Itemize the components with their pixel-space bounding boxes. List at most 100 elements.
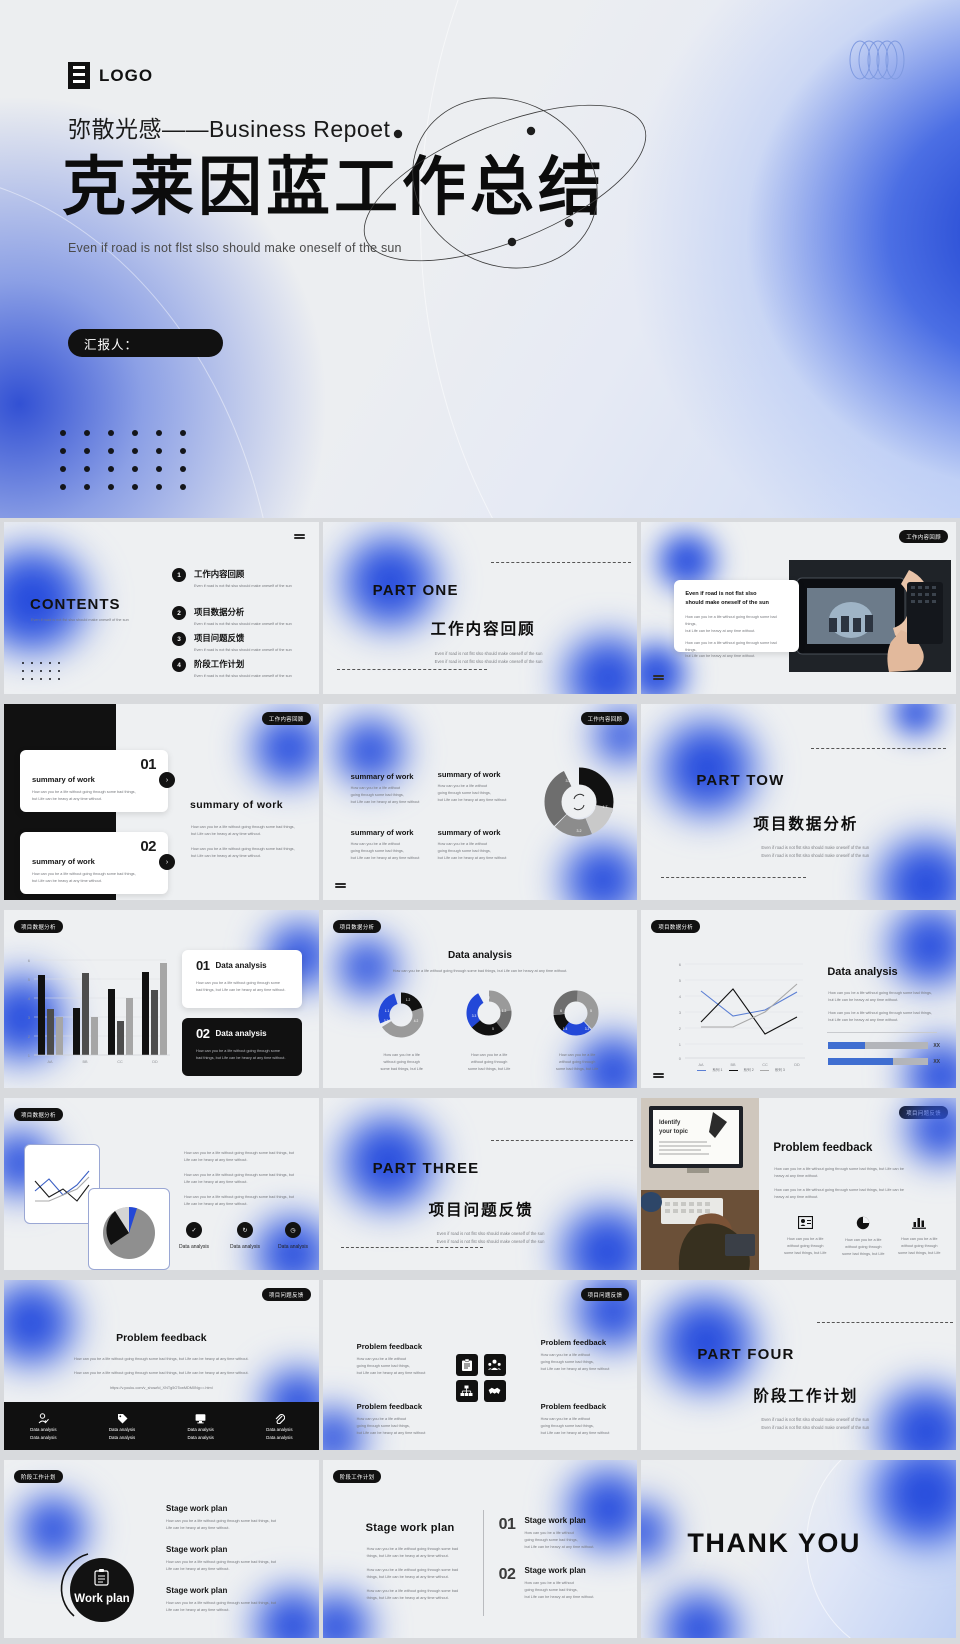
slide-badge: 阶段工作计划 [332, 1470, 382, 1484]
paperclip-icon [274, 1413, 285, 1424]
svg-text:2: 2 [679, 1026, 682, 1031]
dot-matrix-decoration [60, 430, 204, 502]
summary-of-work-slide[interactable]: 工作内容回顾 01 summary of work How can you be… [4, 704, 319, 900]
footer-item[interactable]: Data analysis Data analysis [240, 1402, 319, 1450]
summary-four-grid-slide[interactable]: 工作内容回顾 summary of work How can you be a … [322, 704, 638, 900]
thank-you-slide[interactable]: THANK YOU [641, 1460, 956, 1638]
svg-text:1.2: 1.2 [501, 1009, 506, 1013]
part-four-slide[interactable]: PART FOUR 阶段工作计划 Even if road is not fls… [641, 1280, 956, 1450]
svg-text:1: 1 [679, 1042, 682, 1047]
summary-block-l2: going through some bad things, [350, 792, 404, 797]
data-analysis-mixed-slide[interactable]: 项目数据分析 How can you be a life without goi… [4, 1098, 319, 1270]
contents-slide[interactable]: CONTENTS Even if road is not flst slso s… [4, 522, 319, 694]
contents-item[interactable]: 3 项目问题反馈 Even if road is not flst slso s… [172, 632, 292, 654]
feedback-block-l1: How can you be a life without [540, 1353, 591, 1357]
contents-item[interactable]: 1 工作内容回顾 Even if road is not flst slso s… [172, 568, 292, 590]
stage-work-plan-numbers-slide[interactable]: 阶段工作计划 Stage work plan How can you be a … [322, 1460, 638, 1638]
donut-caption-l1: How can you be a life [383, 1053, 420, 1057]
logo[interactable]: LOGO [68, 62, 153, 89]
tag-icon [117, 1413, 128, 1424]
donut-caption-l3: some bad things, but Life [467, 1066, 511, 1071]
data-card[interactable]: 02 Data analysis How can you be a life w… [182, 1018, 302, 1076]
summary-block-title: summary of work [350, 772, 414, 781]
presenter-label: 汇报人： [84, 337, 139, 352]
mixed-icon-item[interactable]: ↻ Data analysis [230, 1222, 260, 1250]
work-plan-number-item: 02 Stage work plan How can you be a life… [499, 1566, 595, 1600]
mixed-icon-item[interactable]: ◷ Data analysis [278, 1222, 308, 1250]
part-line-1: Even if road is not flst slso should mak… [761, 845, 870, 850]
feedback-url[interactable]: https://v.youku.com/v_show/id_XNTg5OTcwM… [4, 1385, 319, 1392]
work-plan-number-l3: but Life can be heavy at any time withou… [524, 1544, 595, 1549]
donut-slide-subtitle: How can you be a life without going thro… [392, 969, 568, 973]
svg-text:3.3: 3.3 [471, 1014, 476, 1018]
part-one-slide[interactable]: PART ONE 工作内容回顾 Even if road is not flst… [322, 522, 638, 694]
mixed-icon-label: Data analysis [230, 1244, 261, 1250]
problem-feedback-icons-slide[interactable]: 项目问题反馈 Problem feedback How can you be a… [322, 1280, 638, 1450]
summary-card[interactable]: 02 summary of work How can you be a life… [20, 832, 168, 894]
donut-slide-title: Data analysis [448, 950, 512, 961]
problem-feedback-photo-slide[interactable]: 项目问题反馈 Identify your topic [641, 1098, 956, 1270]
contents-number-badge: 4 [172, 658, 186, 672]
next-arrow-icon[interactable]: › [159, 772, 175, 788]
tablet-photo [789, 560, 952, 672]
work-plan-left-p1-l2: things, but Life can be heavy at any tim… [366, 1553, 449, 1558]
feedback-icon-block[interactable]: How can you be a life without going thro… [837, 1216, 889, 1257]
footer-label-1: Data analysis [187, 1426, 214, 1432]
footer-item[interactable]: Data analysis Data analysis [161, 1402, 240, 1450]
feedback-icon-block[interactable]: How can you be a life without going thro… [779, 1216, 831, 1256]
contents-number-badge: 3 [172, 632, 186, 646]
work-plan-number-l1: How can you be a life without [524, 1581, 574, 1585]
data-analysis-bar-slide[interactable]: 项目数据分析 654 321 AA BB CC DD 01 Data analy… [4, 910, 319, 1088]
svg-text:6: 6 [28, 958, 31, 963]
menu-icon[interactable] [653, 675, 665, 682]
data-card[interactable]: 01 Data analysis How can you be a life w… [182, 950, 302, 1008]
svg-text:6: 6 [560, 1009, 562, 1013]
clipboard-icon[interactable] [455, 1354, 478, 1376]
svg-text:5: 5 [28, 977, 31, 982]
feedback-icon-block[interactable]: How can you be a life without going thro… [893, 1216, 945, 1256]
work-plan-number-l2: going through some bad things, [524, 1587, 578, 1592]
donut-caption: How can you be a life without going thro… [535, 1052, 620, 1072]
summary-card[interactable]: 01 summary of work How can you be a life… [20, 750, 168, 812]
summary-card-l2: but Life can be heavy at any time withou… [32, 878, 102, 883]
data-card-l2: bad things, but Life can be heavy at any… [196, 987, 286, 992]
slide-badge: 项目数据分析 [14, 1108, 63, 1122]
footer-item[interactable]: Data analysis Data analysis [83, 1402, 162, 1450]
data-analysis-line-slide[interactable]: 项目数据分析 654 3210 AA BB CC DD 系列 1 系列 2 系列… [641, 910, 956, 1088]
mixed-p2-l1: How can you be a life without going thro… [184, 1173, 294, 1177]
svg-text:CC: CC [117, 1060, 123, 1064]
work-plan-l1: How can you be a life without going thro… [166, 1601, 276, 1605]
work-review-image-slide[interactable]: 工作内容回顾 Even if road is not flst slso sho… [641, 522, 956, 694]
mixed-icon-item[interactable]: ✓ Data analysis [179, 1222, 209, 1250]
data-analysis-donut-slide[interactable]: 项目数据分析 Data analysis How can you be a li… [322, 910, 638, 1088]
summary-block-l2: going through some bad things, [437, 790, 491, 795]
svg-text:DD: DD [795, 1063, 801, 1067]
footer-item[interactable]: Data analysis Data analysis [4, 1402, 83, 1450]
part-two-slide[interactable]: PART TOW 项目数据分析 Even if road is not flst… [641, 704, 956, 900]
menu-icon[interactable] [293, 534, 305, 541]
next-arrow-icon[interactable]: › [159, 854, 175, 870]
stage-work-plan-circle-slide[interactable]: 阶段工作计划 Work plan Stage work plan How can… [4, 1460, 319, 1638]
summary-block-title: summary of work [437, 770, 501, 779]
desk-photo: Identify your topic [641, 1098, 760, 1270]
feedback-icon-l1: How can you be a life [901, 1237, 938, 1241]
part-three-slide[interactable]: PART THREE 项目问题反馈 Even if road is not fl… [322, 1098, 638, 1270]
menu-icon[interactable] [653, 1073, 665, 1080]
problem-feedback-link-slide[interactable]: 项目问题反馈 Problem feedback How can you be a… [4, 1280, 319, 1450]
review-text-card: Even if road is not flst slso should mak… [674, 580, 800, 658]
contents-item-desc: Even if road is not flst slso should mak… [194, 584, 292, 588]
mixed-icon-label: Data analysis [278, 1244, 309, 1250]
bar-chart: 654 321 AA BB CC DD [16, 952, 172, 1074]
progress-label: XX [933, 1042, 940, 1049]
team-gear-icon[interactable] [483, 1354, 506, 1376]
mixed-p1-l2: Life can be heavy at any time without. [184, 1157, 248, 1162]
svg-text:5: 5 [492, 1027, 494, 1031]
contents-item[interactable]: 2 项目数据分析 Even if road is not flst slso s… [172, 606, 292, 628]
contents-item[interactable]: 4 阶段工作计划 Even if road is not flst slso s… [172, 658, 292, 680]
menu-icon[interactable] [334, 883, 346, 890]
org-chart-icon[interactable] [455, 1380, 478, 1402]
handshake-icon[interactable] [483, 1380, 506, 1402]
feedback-icon-l2: without going through [787, 1243, 824, 1248]
svg-text:BB: BB [731, 1063, 737, 1067]
summary-right-p2b: but Life can be heavy at any time withou… [191, 853, 261, 858]
